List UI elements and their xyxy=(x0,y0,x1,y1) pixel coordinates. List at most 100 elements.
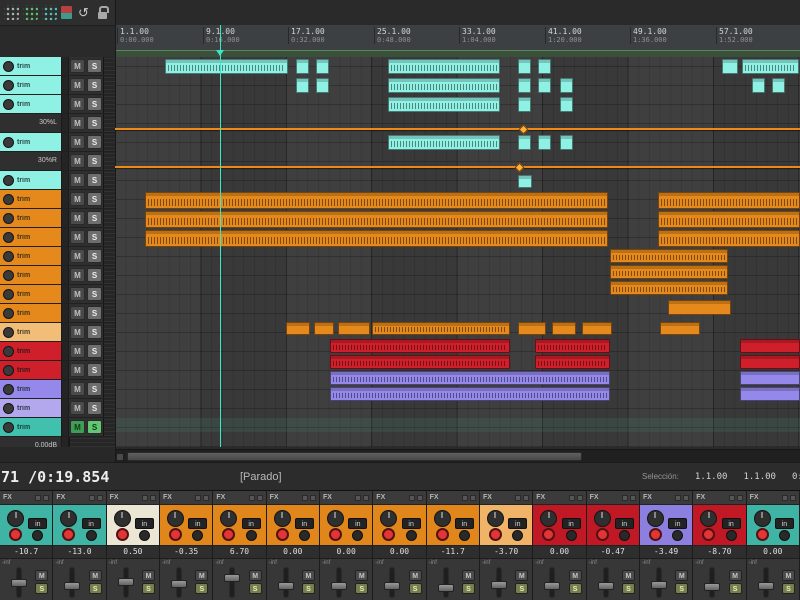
audio-clip[interactable] xyxy=(518,97,531,112)
mixer-mute-button[interactable]: M xyxy=(249,570,262,581)
pan-knob[interactable] xyxy=(540,510,557,527)
record-arm-button[interactable] xyxy=(596,528,609,541)
mute-button[interactable]: M xyxy=(70,116,85,130)
mixer-mute-button[interactable]: M xyxy=(462,570,475,581)
mute-button[interactable]: M xyxy=(70,344,85,358)
track-name[interactable]: trim xyxy=(0,228,62,246)
panel-divider[interactable] xyxy=(115,0,116,462)
grid-icon[interactable] xyxy=(4,5,19,20)
mute-button[interactable]: M xyxy=(70,59,85,73)
audio-clip[interactable] xyxy=(740,355,800,369)
mixer-mute-button[interactable]: M xyxy=(622,570,635,581)
track-name[interactable]: trim xyxy=(0,285,62,303)
mixer-mute-button[interactable]: M xyxy=(302,570,315,581)
input-button[interactable]: in xyxy=(242,518,261,529)
audio-clip[interactable] xyxy=(610,249,728,263)
track-row[interactable]: trimMS xyxy=(0,380,115,399)
mixer-strip[interactable]: FXin0.50-infMS xyxy=(107,491,160,600)
mixer-strip[interactable]: FXin-10.7-infMS xyxy=(0,491,53,600)
input-button[interactable]: in xyxy=(28,518,47,529)
input-button[interactable]: in xyxy=(775,518,794,529)
fx-button[interactable]: FX xyxy=(536,494,566,501)
mixer-strip[interactable]: FXin6.70-infMS xyxy=(213,491,266,600)
fader-thumb[interactable] xyxy=(438,584,454,592)
audio-clip[interactable] xyxy=(145,192,608,209)
mixer-strip[interactable]: FXin-11.7-infMS xyxy=(427,491,480,600)
width-knob[interactable] xyxy=(566,530,577,541)
mute-button[interactable]: M xyxy=(70,401,85,415)
mixer-strip[interactable]: FXin0.00-infMS xyxy=(267,491,320,600)
input-button[interactable]: in xyxy=(188,518,207,529)
solo-button[interactable]: S xyxy=(87,192,102,206)
width-knob[interactable] xyxy=(619,530,630,541)
trim-knob-icon[interactable] xyxy=(3,175,14,186)
fx-slot[interactable] xyxy=(515,495,521,501)
fader-thumb[interactable] xyxy=(544,582,560,590)
solo-button[interactable]: S xyxy=(87,249,102,263)
trim-knob-icon[interactable] xyxy=(3,99,14,110)
record-arm-button[interactable] xyxy=(702,528,715,541)
fader-thumb[interactable] xyxy=(704,583,720,591)
track-row[interactable]: trimMS xyxy=(0,323,115,342)
pan-knob[interactable] xyxy=(167,510,184,527)
selection-end[interactable]: 1.1.00 xyxy=(743,472,776,482)
pan-knob[interactable] xyxy=(114,510,131,527)
audio-clip[interactable] xyxy=(772,78,785,93)
mixer-solo-button[interactable]: S xyxy=(782,583,795,594)
track-row[interactable]: trimMS xyxy=(0,266,115,285)
solo-button[interactable]: S xyxy=(87,78,102,92)
fx-button[interactable]: FX xyxy=(163,494,193,501)
fx-slot[interactable] xyxy=(622,495,628,501)
fx-slot[interactable] xyxy=(150,495,156,501)
track-row[interactable]: trim MS xyxy=(0,247,115,266)
fader-track[interactable] xyxy=(444,568,448,597)
mute-button[interactable]: M xyxy=(70,268,85,282)
input-button[interactable]: in xyxy=(455,518,474,529)
matrix-icon[interactable] xyxy=(42,5,57,20)
fx-slot[interactable] xyxy=(363,495,369,501)
track-name[interactable]: trim xyxy=(0,247,62,265)
width-knob[interactable] xyxy=(246,530,257,541)
mute-button[interactable]: M xyxy=(70,287,85,301)
fx-slot[interactable] xyxy=(35,495,41,501)
track-name[interactable]: trim xyxy=(0,304,62,322)
track-row[interactable]: trimMS xyxy=(0,342,115,361)
mute-button[interactable]: M xyxy=(70,249,85,263)
mixer-solo-button[interactable]: S xyxy=(89,583,102,594)
fx-slot[interactable] xyxy=(737,495,743,501)
mixer-solo-button[interactable]: S xyxy=(355,583,368,594)
audio-clip[interactable] xyxy=(518,59,531,74)
audio-clip[interactable] xyxy=(330,355,510,369)
undo-icon[interactable]: ↺ xyxy=(76,5,91,20)
audio-clip[interactable] xyxy=(296,78,309,93)
width-knob[interactable] xyxy=(459,530,470,541)
fx-slot[interactable] xyxy=(257,495,263,501)
fx-slot[interactable] xyxy=(409,495,415,501)
audio-clip[interactable] xyxy=(388,78,500,93)
record-arm-button[interactable] xyxy=(9,528,22,541)
solo-button[interactable]: S xyxy=(87,173,102,187)
audio-clip[interactable] xyxy=(145,211,608,228)
pan-knob[interactable] xyxy=(327,510,344,527)
mixer-strip[interactable]: FXin-8.70-infMS xyxy=(693,491,746,600)
mixer-mute-button[interactable]: M xyxy=(782,570,795,581)
horizontal-scrollbar[interactable] xyxy=(115,449,800,463)
fx-button[interactable]: FX xyxy=(270,494,300,501)
mixer-solo-button[interactable]: S xyxy=(35,583,48,594)
track-name[interactable]: trim xyxy=(0,418,62,436)
mixer-strip[interactable]: FXin0.00-infMS xyxy=(320,491,373,600)
solo-button[interactable]: S xyxy=(87,97,102,111)
solo-button[interactable]: S xyxy=(87,382,102,396)
audio-clip[interactable] xyxy=(518,322,546,335)
trim-knob-icon[interactable] xyxy=(3,213,14,224)
fader-thumb[interactable] xyxy=(331,582,347,590)
record-arm-button[interactable] xyxy=(649,528,662,541)
mixer-mute-button[interactable]: M xyxy=(409,570,422,581)
fader-thumb[interactable] xyxy=(758,582,774,590)
fx-button[interactable]: FX xyxy=(696,494,726,501)
automation-node[interactable] xyxy=(515,163,525,173)
width-knob[interactable] xyxy=(406,530,417,541)
mute-button[interactable]: M xyxy=(70,135,85,149)
mixer-mute-button[interactable]: M xyxy=(142,570,155,581)
fx-button[interactable]: FX xyxy=(750,494,780,501)
